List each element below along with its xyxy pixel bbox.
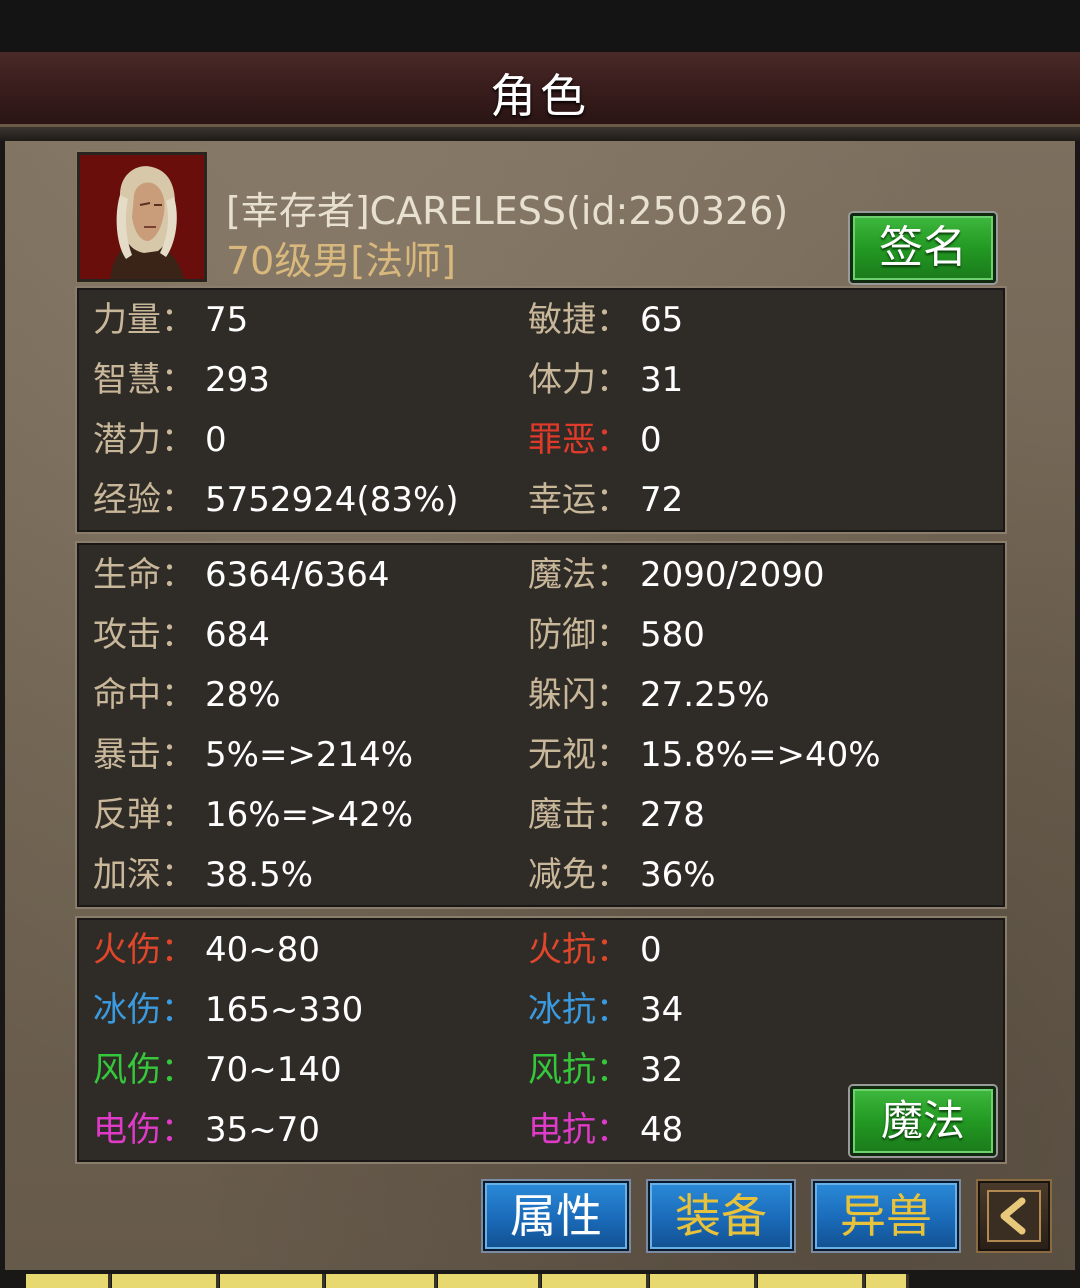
stat-value-defense: 580 xyxy=(640,615,705,655)
stat-value-wind-damage: 70~140 xyxy=(205,1050,342,1090)
stat-label-deepen: 加深： xyxy=(93,855,195,895)
stat-value-wind-resist: 32 xyxy=(640,1050,684,1090)
stat-label-ice-resist: 冰抗： xyxy=(528,990,630,1030)
stat-value-wisdom: 293 xyxy=(205,360,270,400)
chevron-left-icon xyxy=(987,1190,1041,1242)
stat-label-ice-damage: 冰伤： xyxy=(93,990,195,1030)
stat-label-experience: 经验： xyxy=(93,480,195,520)
stat-row: 暴击： 5%=>214% 无视： 15.8%=>40% xyxy=(79,725,1003,785)
stat-label-crit: 暴击： xyxy=(93,735,195,775)
quick-slot[interactable] xyxy=(326,1274,437,1288)
tab-beast[interactable]: 异兽 xyxy=(813,1181,959,1251)
avatar[interactable] xyxy=(77,152,207,282)
stat-row: 反弹： 16%=>42% 魔击： 278 xyxy=(79,785,1003,845)
stat-row: 攻击： 684 防御： 580 xyxy=(79,605,1003,665)
stat-row: 力量： 75 敏捷： 65 xyxy=(79,290,1003,350)
stat-label-agility: 敏捷： xyxy=(528,300,630,340)
stat-value-fire-damage: 40~80 xyxy=(205,930,321,970)
stat-label-hit: 命中： xyxy=(93,675,195,715)
stat-label-wind-resist: 风抗： xyxy=(528,1050,630,1090)
stat-label-attack: 攻击： xyxy=(93,615,195,655)
stat-value-ice-resist: 34 xyxy=(640,990,684,1030)
stat-row: 命中： 28% 躲闪： 27.25% xyxy=(79,665,1003,725)
tab-equipment[interactable]: 装备 xyxy=(648,1181,794,1251)
combat-stats-panel: 生命： 6364/6364 魔法： 2090/2090 攻击： 684 防御： … xyxy=(77,543,1005,907)
stat-row: 智慧： 293 体力： 31 xyxy=(79,350,1003,410)
stat-value-hp: 6364/6364 xyxy=(205,555,390,595)
stat-label-luck: 幸运： xyxy=(528,480,630,520)
stat-label-defense: 防御： xyxy=(528,615,630,655)
quick-slot[interactable] xyxy=(542,1274,649,1288)
stat-value-stamina: 31 xyxy=(640,360,684,400)
stat-row: 冰伤： 165~330 冰抗： 34 xyxy=(79,980,1003,1040)
stat-label-strength: 力量： xyxy=(93,300,195,340)
stat-value-electric-resist: 48 xyxy=(640,1110,684,1150)
stat-value-dodge: 27.25% xyxy=(640,675,770,715)
stat-label-reduction: 减免： xyxy=(528,855,630,895)
tab-attributes[interactable]: 属性 xyxy=(483,1181,629,1251)
stat-value-agility: 65 xyxy=(640,300,684,340)
stat-label-dodge: 躲闪： xyxy=(528,675,630,715)
quick-slot[interactable] xyxy=(26,1274,111,1288)
stat-label-electric-damage: 电伤： xyxy=(93,1110,195,1150)
stat-label-mp: 魔法： xyxy=(528,555,630,595)
magic-button[interactable]: 魔法 xyxy=(850,1086,996,1156)
quick-slot[interactable] xyxy=(866,1274,909,1288)
base-stats-panel: 力量： 75 敏捷： 65 智慧： 293 体力： 31 潜力： 0 罪恶： 0… xyxy=(77,288,1005,532)
stat-value-fire-resist: 0 xyxy=(640,930,662,970)
title-bar: 角色 xyxy=(0,52,1080,127)
stat-value-ice-damage: 165~330 xyxy=(205,990,364,1030)
stat-value-potential: 0 xyxy=(205,420,227,460)
stat-label-electric-resist: 电抗： xyxy=(528,1110,630,1150)
stat-value-luck: 72 xyxy=(640,480,684,520)
back-button[interactable] xyxy=(978,1181,1050,1251)
stat-value-hit: 28% xyxy=(205,675,281,715)
frame-right xyxy=(1075,141,1080,1288)
quick-slot[interactable] xyxy=(220,1274,325,1288)
stat-label-potential: 潜力： xyxy=(93,420,195,460)
stat-value-reflect: 16%=>42% xyxy=(205,795,414,835)
stat-value-magic-attack: 278 xyxy=(640,795,705,835)
player-level-class: 70级男[法师] xyxy=(226,239,457,283)
stat-value-reduction: 36% xyxy=(640,855,716,895)
stat-label-ignore: 无视： xyxy=(528,735,630,775)
stat-label-reflect: 反弹： xyxy=(93,795,195,835)
stat-value-attack: 684 xyxy=(205,615,270,655)
stat-row: 生命： 6364/6364 魔法： 2090/2090 xyxy=(79,545,1003,605)
character-portrait-icon xyxy=(80,155,204,279)
stat-row: 经验： 5752924(83%) 幸运： 72 xyxy=(79,470,1003,530)
stat-value-sin: 0 xyxy=(640,420,662,460)
quick-slot[interactable] xyxy=(438,1274,541,1288)
stat-value-ignore: 15.8%=>40% xyxy=(640,735,881,775)
page-title: 角色 xyxy=(490,69,590,123)
stat-label-stamina: 体力： xyxy=(528,360,630,400)
stat-row: 潜力： 0 罪恶： 0 xyxy=(79,410,1003,470)
stat-label-sin: 罪恶： xyxy=(528,420,630,460)
stat-label-wind-damage: 风伤： xyxy=(93,1050,195,1090)
stat-value-crit: 5%=>214% xyxy=(205,735,414,775)
quick-slot[interactable] xyxy=(758,1274,865,1288)
stat-row: 加深： 38.5% 减免： 36% xyxy=(79,845,1003,905)
stat-value-experience: 5752924(83%) xyxy=(205,480,459,520)
stat-label-hp: 生命： xyxy=(93,555,195,595)
stat-label-fire-damage: 火伤： xyxy=(93,930,195,970)
frame-left xyxy=(0,141,5,1288)
stat-value-electric-damage: 35~70 xyxy=(205,1110,321,1150)
quick-slot[interactable] xyxy=(650,1274,757,1288)
stat-label-fire-resist: 火抗： xyxy=(528,930,630,970)
stat-value-deepen: 38.5% xyxy=(205,855,314,895)
stat-label-magic-attack: 魔击： xyxy=(528,795,630,835)
player-name: [幸存者]CARELESS(id:250326) xyxy=(226,189,789,233)
sign-button[interactable]: 签名 xyxy=(850,213,996,283)
stat-value-strength: 75 xyxy=(205,300,249,340)
stat-value-mp: 2090/2090 xyxy=(640,555,825,595)
stat-label-wisdom: 智慧： xyxy=(93,360,195,400)
status-bar xyxy=(0,0,1080,52)
quick-slot[interactable] xyxy=(112,1274,219,1288)
stat-row: 火伤： 40~80 火抗： 0 xyxy=(79,920,1003,980)
